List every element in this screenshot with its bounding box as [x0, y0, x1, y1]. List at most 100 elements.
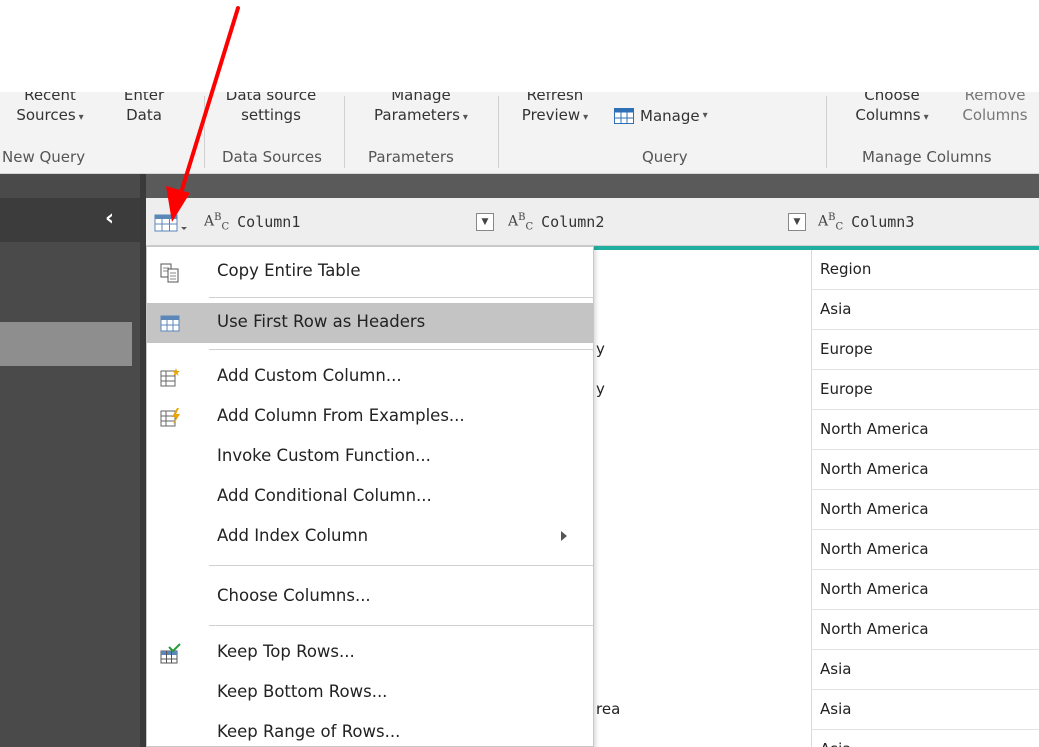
group-label-query: Query [642, 148, 688, 166]
ribbon-separator [204, 96, 205, 168]
column2-cell-fragment[interactable]: y [596, 340, 605, 358]
group-label-manage-columns: Manage Columns [862, 148, 992, 166]
data-source-settings-button[interactable]: Data source settings [208, 92, 334, 125]
queries-pane-header: ‹ [0, 198, 140, 242]
menu-separator [209, 565, 593, 566]
menu-item-label: Choose Columns... [217, 586, 371, 605]
collapse-pane-icon[interactable]: ‹ [105, 206, 114, 231]
group-label-data-sources: Data Sources [222, 148, 322, 166]
column3-header[interactable]: ABC Column3 [818, 198, 914, 246]
custom-column-icon [160, 368, 180, 387]
keep-top-rows-icon [160, 643, 181, 664]
table-cell[interactable]: North America [811, 490, 1039, 530]
dropdown-caret-icon: ▾ [462, 112, 468, 123]
queries-pane: ‹ [0, 174, 140, 747]
manage-label: Manage [640, 107, 700, 125]
menu-item-add-custom-column[interactable]: Add Custom Column... [147, 357, 593, 397]
column-header-row: ABC Column1 ▼ ABC Column2 ▼ ABC Column3 [146, 198, 1039, 246]
manage-parameters-label-2: Parameters [374, 106, 460, 124]
remove-columns-label-1: Remove [964, 92, 1026, 104]
ribbon-spacer [0, 174, 1039, 198]
menu-item-add-index-column[interactable]: Add Index Column [147, 517, 593, 557]
submenu-arrow-icon [561, 531, 567, 541]
menu-item-keep-bottom-rows[interactable]: Keep Bottom Rows... [147, 673, 593, 713]
dropdown-caret-icon: ▾ [923, 112, 929, 123]
column2-filter-button[interactable]: ▼ [788, 213, 806, 231]
table-cell[interactable]: North America [811, 610, 1039, 650]
menu-item-label: Add Custom Column... [217, 366, 402, 385]
menu-item-label: Keep Top Rows... [217, 642, 355, 661]
column2-cell-fragment[interactable]: y [596, 380, 605, 398]
ribbon-separator [826, 96, 827, 168]
column2-header[interactable]: ABC Column2 [508, 198, 604, 246]
table-cell[interactable]: Asia [811, 690, 1039, 730]
table-headers-icon [160, 315, 180, 332]
dropdown-caret-icon: ▾ [583, 112, 589, 123]
ribbon-separator [498, 96, 499, 168]
manage-button[interactable]: Manage ▾ [614, 105, 708, 127]
table-cell[interactable]: North America [811, 450, 1039, 490]
text-type-icon: ABC [508, 211, 534, 233]
choose-columns-button[interactable]: Choose Columns ▾ [836, 92, 948, 128]
chevron-down-icon: ▼ [481, 217, 489, 227]
table-cell[interactable]: North America [811, 570, 1039, 610]
table-cell[interactable]: North America [811, 410, 1039, 450]
text-type-icon: ABC [204, 211, 230, 233]
table-cell[interactable]: Europe [811, 370, 1039, 410]
column-from-examples-icon [160, 408, 180, 427]
menu-item-use-first-row-as-headers[interactable]: Use First Row as Headers [147, 303, 593, 343]
table-icon [154, 214, 187, 232]
copy-icon [160, 263, 179, 283]
dropdown-caret-icon: ▾ [78, 112, 84, 123]
column1-label: Column1 [237, 213, 301, 231]
recent-sources-label-1: Recent [24, 92, 76, 104]
group-label-new-query: New Query [2, 148, 86, 166]
menu-item-copy-entire-table[interactable]: Copy Entire Table [147, 252, 593, 292]
menu-item-choose-columns[interactable]: Choose Columns... [147, 577, 593, 617]
column2-label: Column2 [541, 213, 605, 231]
column1-header[interactable]: ABC Column1 [204, 198, 300, 246]
table-cell[interactable]: North America [811, 530, 1039, 570]
ribbon-separator [344, 96, 345, 168]
manage-parameters-label-1: Manage [391, 92, 451, 104]
menu-item-keep-top-rows[interactable]: Keep Top Rows... [147, 633, 593, 673]
table-cell[interactable]: Asia [811, 650, 1039, 690]
table-cell[interactable]: Asia [811, 730, 1039, 747]
menu-item-label: Add Index Column [217, 526, 369, 545]
table-context-menu: Copy Entire Table Use First Row as Heade… [146, 246, 594, 747]
menu-item-label: Copy Entire Table [217, 261, 361, 280]
menu-item-add-conditional-column[interactable]: Add Conditional Column... [147, 477, 593, 517]
table-icon [614, 108, 634, 124]
menu-item-keep-range-of-rows[interactable]: Keep Range of Rows... [147, 713, 593, 747]
manage-parameters-button[interactable]: Manage Parameters ▾ [350, 92, 492, 128]
menu-item-add-column-from-examples[interactable]: Add Column From Examples... [147, 397, 593, 437]
column3-label: Column3 [851, 213, 915, 231]
data-source-settings-label-1: Data source [225, 92, 317, 104]
group-label-parameters: Parameters [368, 148, 454, 166]
menu-item-label: Add Column From Examples... [217, 406, 465, 425]
remove-columns-button[interactable]: Remove Columns [950, 92, 1039, 125]
text-type-icon: ABC [818, 211, 844, 233]
enter-data-label-2: Data [126, 106, 162, 124]
data-source-settings-label-2: settings [241, 106, 301, 124]
menu-separator [209, 297, 593, 298]
refresh-preview-label-2: Preview [521, 106, 581, 124]
chevron-down-icon: ▼ [793, 217, 801, 227]
refresh-preview-label-1: Refresh [526, 92, 584, 104]
table-cell[interactable]: Europe [811, 330, 1039, 370]
menu-item-invoke-custom-function[interactable]: Invoke Custom Function... [147, 437, 593, 477]
table-cell[interactable]: Asia [811, 290, 1039, 330]
refresh-preview-button[interactable]: Refresh Preview ▾ [500, 92, 610, 128]
menu-item-label: Use First Row as Headers [217, 312, 426, 331]
menu-item-label: Add Conditional Column... [217, 486, 432, 505]
table-menu-button[interactable] [154, 212, 198, 234]
choose-columns-label-2: Columns [855, 106, 921, 124]
column1-filter-button[interactable]: ▼ [476, 213, 494, 231]
selected-query-item[interactable] [0, 322, 132, 366]
enter-data-button[interactable]: Enter Data [114, 92, 174, 125]
column2-cell-fragment[interactable]: rea [596, 700, 620, 718]
table-cell[interactable]: Region [811, 250, 1039, 290]
recent-sources-button[interactable]: Recent Sources ▾ [2, 92, 98, 128]
enter-data-label-1: Enter [123, 92, 165, 104]
choose-columns-label-1: Choose [864, 92, 920, 104]
